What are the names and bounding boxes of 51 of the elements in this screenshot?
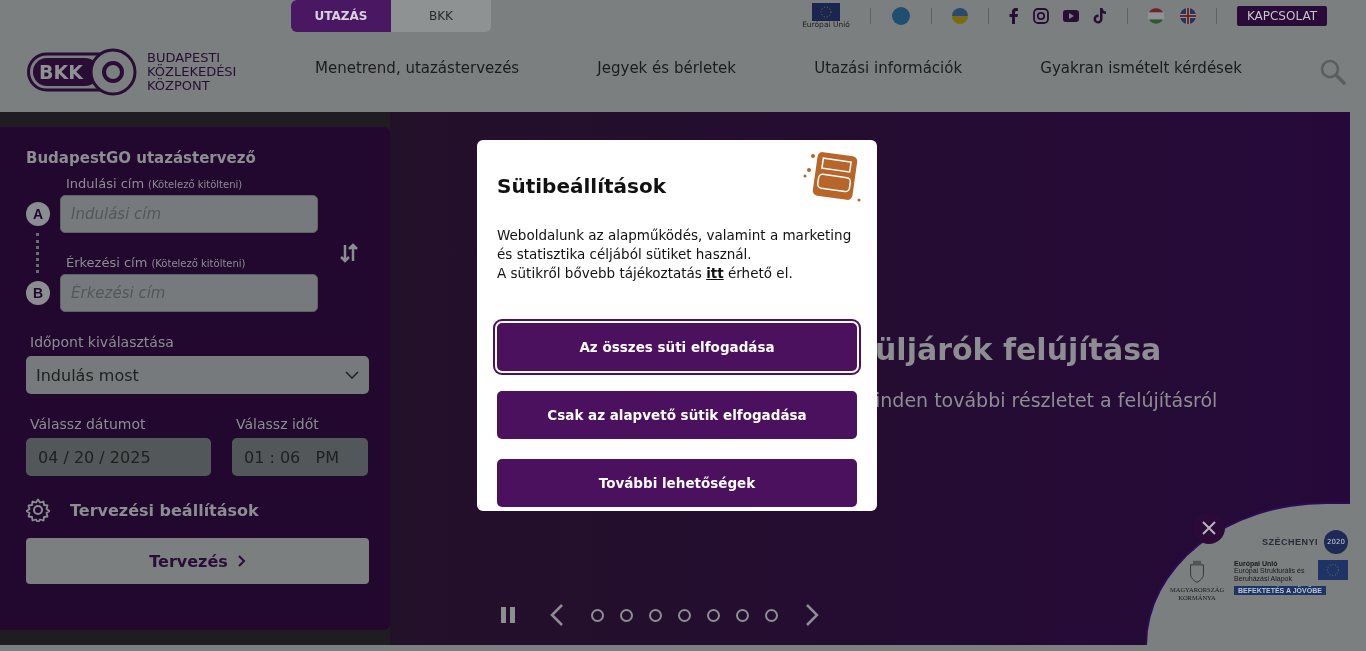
field-label: Válassz időt [236, 416, 320, 432]
nav-link[interactable]: Jegyek és bérletek [597, 59, 736, 85]
field-label: Időpont kiválasztása [30, 334, 175, 350]
dialog-text: Weboldalunk az alapműködés, valamint a marketing és statisztika céljából sütiket használ. A sütikről bővebb tájékoztatás itt érhető el. [497, 226, 853, 283]
next-button[interactable] [805, 604, 819, 626]
top-tab[interactable]: BKK [391, 0, 491, 32]
nav-link[interactable]: Menetrend, utazástervezés [315, 59, 520, 85]
field-label: Érkezési cím (Kötelező kitölteni) [66, 255, 247, 270]
plan-button[interactable]: Tervezés [26, 538, 369, 584]
slide-dot[interactable] [678, 608, 691, 622]
eu-flag-icon [812, 3, 840, 21]
field-label: Válassz dátumot [30, 416, 147, 432]
time-mode-select[interactable]: Indulás most [26, 356, 369, 394]
planner-title: BudapestGO utazástervező [26, 149, 257, 167]
facebook-icon[interactable] [1008, 8, 1019, 24]
video-play-icon[interactable] [1062, 10, 1079, 22]
settings-link[interactable]: Tervezési beállítások [70, 500, 259, 520]
nav-link[interactable]: Utazási információk [814, 59, 963, 85]
uk-flag-icon[interactable] [1179, 8, 1196, 24]
waypoint-marker: A [26, 202, 50, 226]
logo-text: BUDAPESTI KÖZLEKEDÉSI KÖZPONT [147, 51, 237, 93]
hero-title: üljárók felújítása [875, 332, 1163, 367]
pause-button[interactable] [500, 607, 516, 623]
settings-icon[interactable] [26, 498, 50, 522]
close-icon [1202, 521, 1216, 535]
slide-dot[interactable] [591, 608, 604, 622]
top-tab[interactable]: UTAZÁS [291, 0, 391, 32]
slide-dot[interactable] [707, 608, 720, 622]
field-label: Indulási cím (Kötelező kitölteni) [66, 176, 244, 191]
chevron-down-icon [345, 371, 359, 379]
nav-link[interactable]: Gyakran ismételt kérdések [1040, 59, 1242, 85]
slide-dot[interactable] [620, 608, 633, 622]
eu-flag-icon [1318, 560, 1348, 580]
chevron-right-icon [237, 555, 246, 567]
instagram-icon[interactable] [1032, 8, 1049, 24]
previous-button[interactable] [550, 604, 564, 626]
funding-title: SZÉCHENYI [1262, 537, 1318, 547]
cookie-button[interactable]: További lehetőségek [497, 459, 857, 507]
slide-dot[interactable] [649, 608, 662, 622]
hungary-flag-icon[interactable] [1147, 8, 1164, 24]
coat-of-arms-icon [1188, 560, 1206, 584]
cookie-button[interactable]: Csak az alapvető sütik elfogadása [497, 391, 857, 439]
swap-arrows-icon[interactable] [339, 241, 359, 265]
slide-dot[interactable] [736, 608, 749, 622]
hero-subtitle: inden további részletet a felújításról [875, 389, 1219, 411]
music-note-icon[interactable] [1092, 8, 1107, 24]
info-link[interactable]: itt [706, 265, 724, 281]
contact-button[interactable]: KAPCSOLAT [1236, 6, 1327, 26]
slide-dot[interactable] [765, 608, 778, 622]
dialog-title: Sütibeállítások [497, 174, 666, 198]
waypoint-marker: B [26, 281, 50, 305]
